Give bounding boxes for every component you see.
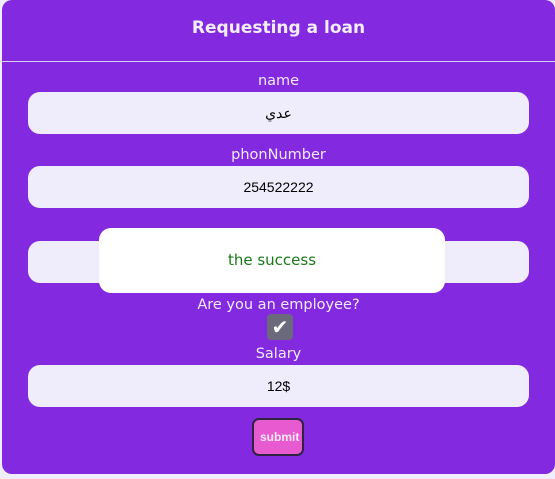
phone-number-input[interactable]: 254522222 bbox=[28, 166, 529, 208]
phone-number-label: phonNumber bbox=[231, 147, 326, 163]
header-divider bbox=[2, 61, 555, 62]
success-message: the success bbox=[227, 251, 317, 269]
submit-button[interactable]: submit bbox=[252, 418, 304, 456]
name-label: name bbox=[257, 73, 300, 89]
form-title: Requesting a loan bbox=[191, 18, 366, 38]
employee-checkbox[interactable]: ✔ bbox=[267, 314, 293, 340]
employee-label: Are you an employee? bbox=[197, 297, 360, 313]
name-input[interactable]: عدي bbox=[28, 92, 529, 134]
checkmark-icon: ✔ bbox=[271, 315, 289, 339]
success-popup: the success bbox=[99, 228, 445, 293]
salary-input[interactable]: 12$ bbox=[28, 365, 529, 407]
salary-label: Salary bbox=[255, 346, 302, 362]
